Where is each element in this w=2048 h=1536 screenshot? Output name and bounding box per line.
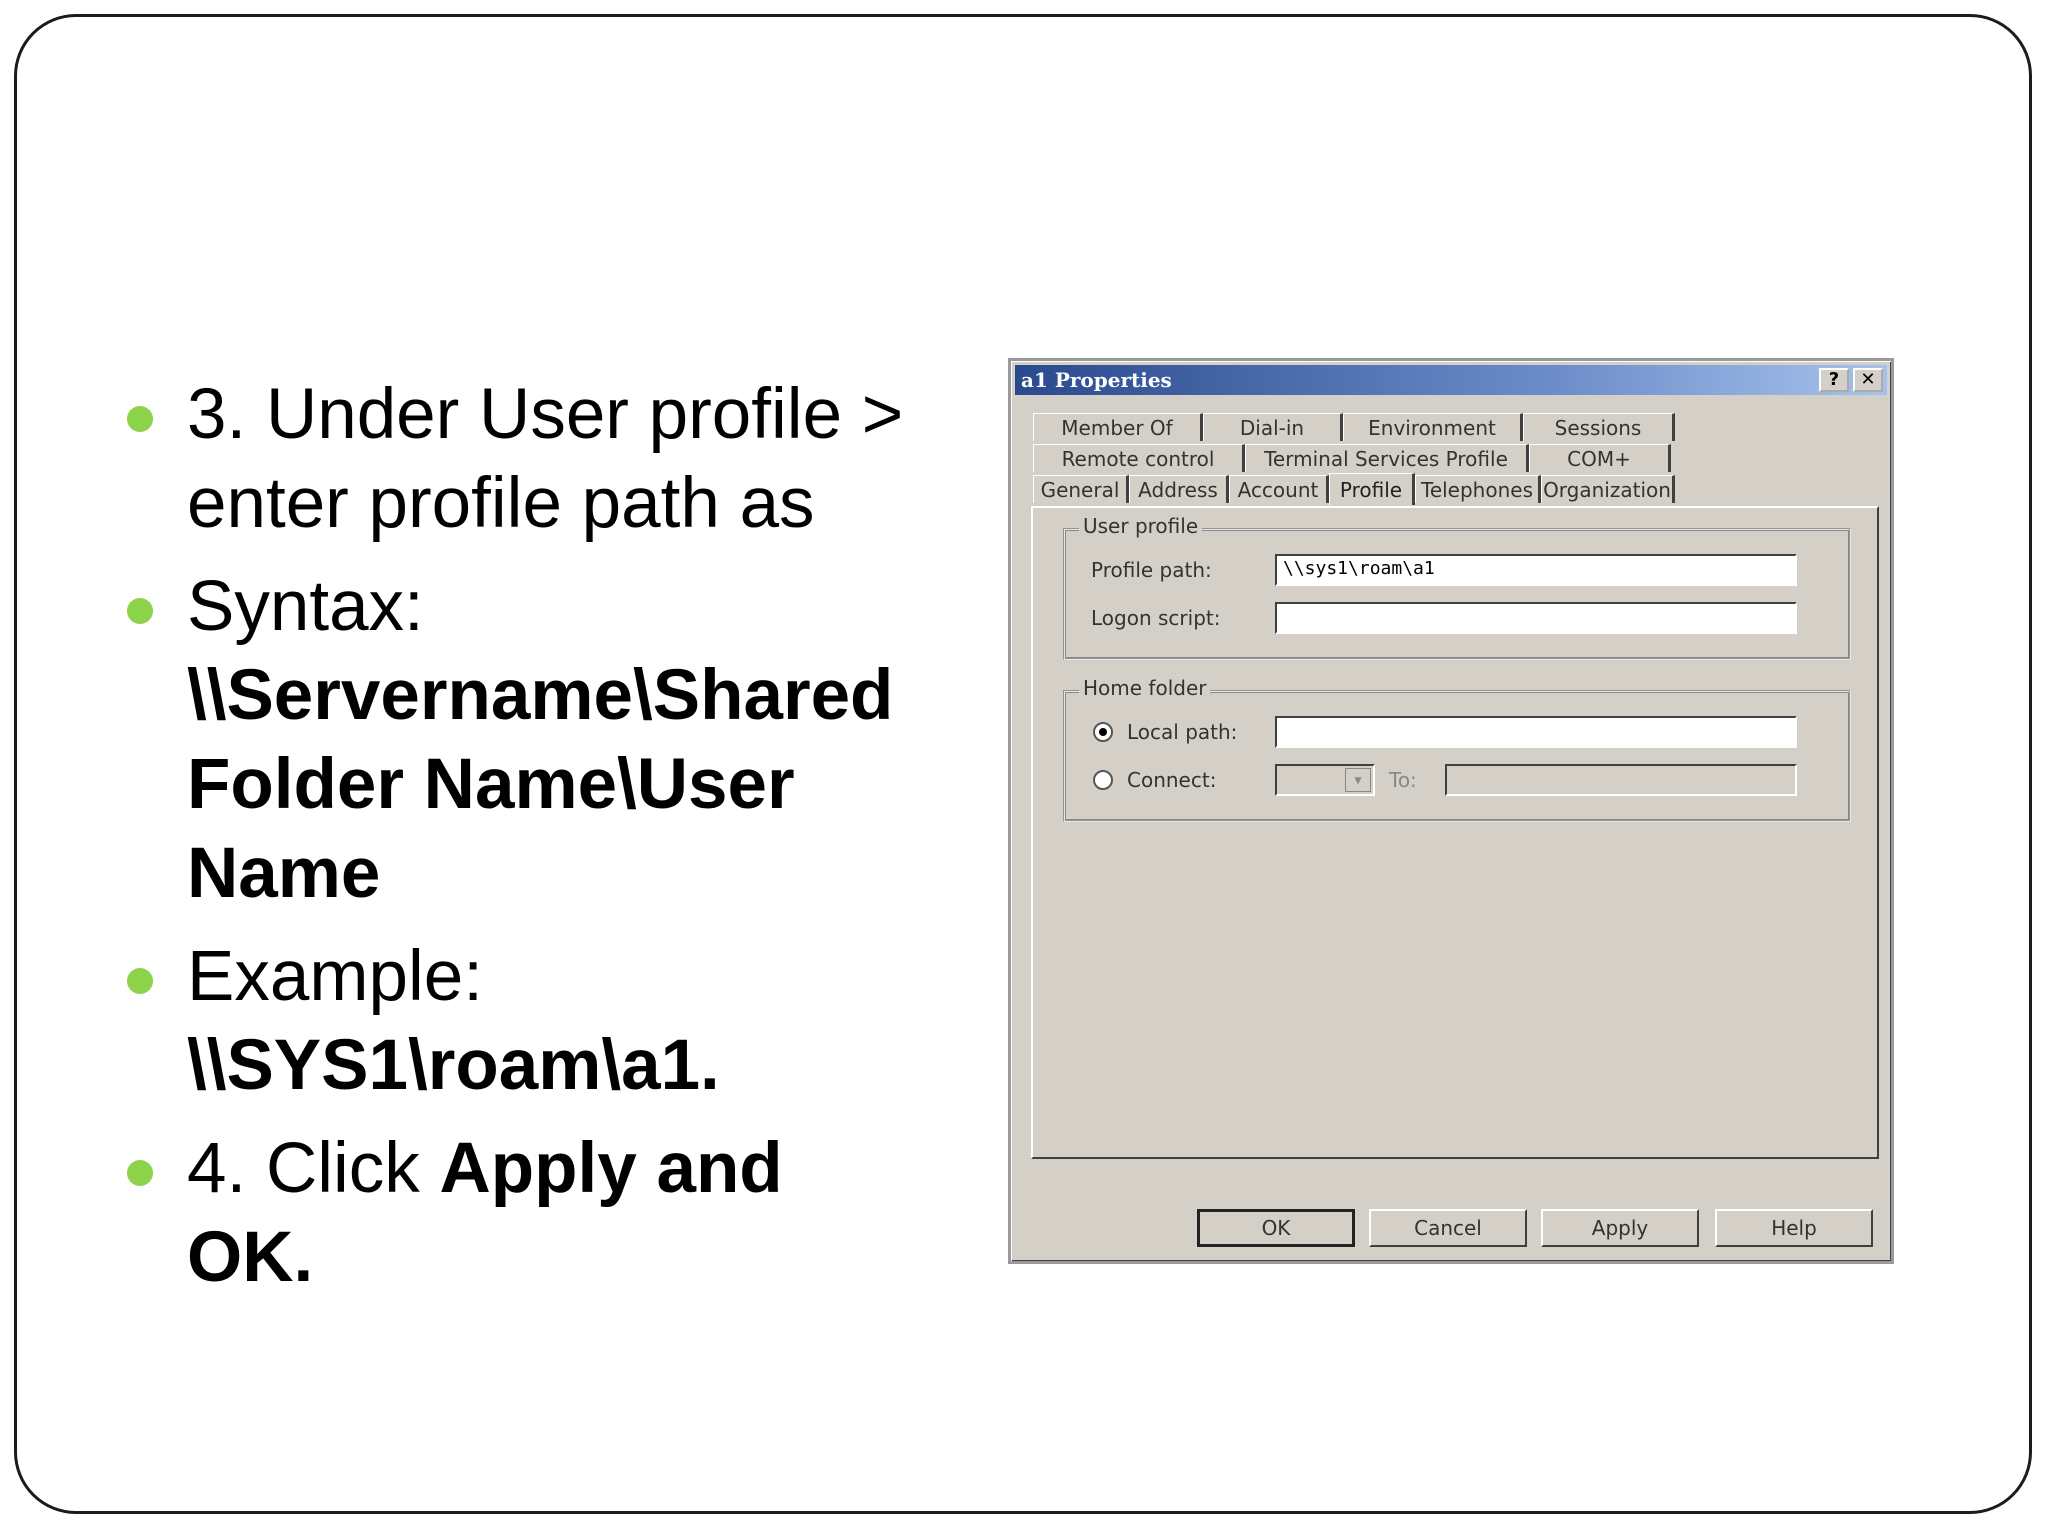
tab-dial-in[interactable]: Dial-in: [1203, 413, 1343, 441]
apply-button[interactable]: Apply: [1541, 1209, 1699, 1247]
tab-row-2: Remote control Terminal Services Profile C…: [1033, 444, 1671, 474]
logon-script-input[interactable]: [1275, 602, 1797, 634]
tab-environment[interactable]: Environment: [1343, 413, 1523, 441]
local-path-label: Local path:: [1127, 720, 1238, 744]
profile-path-label: Profile path:: [1091, 558, 1212, 582]
tab-com-[interactable]: COM+: [1529, 444, 1671, 472]
bullet-text: 4. Click Apply and OK.: [187, 1124, 905, 1302]
bullet-segment: Example:: [187, 937, 483, 1016]
bullet-dot: [127, 406, 153, 432]
to-label: To:: [1389, 768, 1417, 792]
user-profile-label: User profile: [1079, 514, 1203, 538]
logon-script-label: Logon script:: [1091, 606, 1221, 630]
tab-row-1: Member Of Dial-in Environment Sessions: [1033, 413, 1675, 443]
dialog-titlebar[interactable]: a1 Properties ? ✕: [1015, 365, 1887, 395]
tab-terminal-services-profile[interactable]: Terminal Services Profile: [1245, 444, 1529, 472]
help-button[interactable]: Help: [1715, 1209, 1873, 1247]
chevron-down-icon[interactable]: ▼: [1345, 768, 1371, 792]
help-title-button[interactable]: ?: [1819, 368, 1849, 392]
home-folder-label: Home folder: [1079, 676, 1211, 700]
local-path-radio[interactable]: [1093, 722, 1113, 742]
connect-radio[interactable]: [1093, 770, 1113, 790]
bullet-segment: \\SYS1\roam\a1.: [187, 1026, 720, 1105]
close-icon[interactable]: ✕: [1853, 368, 1883, 392]
drive-letter-select[interactable]: ▼: [1275, 764, 1375, 796]
dialog-title: a1 Properties: [1021, 368, 1172, 392]
bullet-dot: [127, 968, 153, 994]
bullet-segment: \\Servername\Shared Folder Name\User Nam…: [187, 656, 894, 913]
tab-organization[interactable]: Organization: [1541, 475, 1675, 503]
bullet-text: Syntax: \\Servername\Shared Folder Name\…: [187, 562, 905, 918]
tab-general[interactable]: General: [1033, 475, 1129, 503]
bullet-dot: [127, 1160, 153, 1186]
bullet-dot: [127, 598, 153, 624]
user-profile-group: User profile Profile path: \\sys1\roam\a…: [1063, 514, 1851, 660]
tab-sessions[interactable]: Sessions: [1523, 413, 1675, 441]
tab-remote-control[interactable]: Remote control: [1033, 444, 1245, 472]
to-path-input[interactable]: [1445, 764, 1797, 796]
profile-path-input[interactable]: \\sys1\roam\a1: [1275, 554, 1797, 586]
tab-row-3: General Address Account Profile Telephones Or…: [1033, 473, 1675, 505]
home-folder-group: Home folder Local path: Connect: ▼ To:: [1063, 676, 1851, 822]
tab-telephones[interactable]: Telephones: [1415, 475, 1541, 503]
bullet-item: 4. Click Apply and OK.: [125, 1124, 905, 1302]
profile-tab-panel: User profile Profile path: \\sys1\roam\a…: [1031, 506, 1879, 1159]
local-path-input[interactable]: [1275, 716, 1797, 748]
bullet-item: Syntax: \\Servername\Shared Folder Name\…: [125, 562, 905, 918]
bullet-text: Example: \\SYS1\roam\a1.: [187, 932, 905, 1110]
bullet-item: 3. Under User profile > enter profile pa…: [125, 370, 905, 548]
tab-member-of[interactable]: Member Of: [1033, 413, 1203, 441]
bullet-segment: Syntax:: [187, 567, 424, 646]
tab-profile[interactable]: Profile: [1329, 473, 1415, 505]
cancel-button[interactable]: Cancel: [1369, 1209, 1527, 1247]
tab-address[interactable]: Address: [1129, 475, 1229, 503]
bullet-text: 3. Under User profile > enter profile pa…: [187, 370, 905, 548]
bullet-item: Example: \\SYS1\roam\a1.: [125, 932, 905, 1110]
bullet-segment: 3. Under User profile > enter profile pa…: [187, 375, 904, 543]
connect-label: Connect:: [1127, 768, 1217, 792]
bullet-segment: 4. Click: [187, 1129, 440, 1208]
bullet-list: 3. Under User profile > enter profile pa…: [125, 370, 905, 1316]
tab-account[interactable]: Account: [1229, 475, 1329, 503]
properties-dialog: a1 Properties ? ✕ Member Of Dial-in Enviro…: [1008, 358, 1894, 1264]
ok-button[interactable]: OK: [1197, 1209, 1355, 1247]
